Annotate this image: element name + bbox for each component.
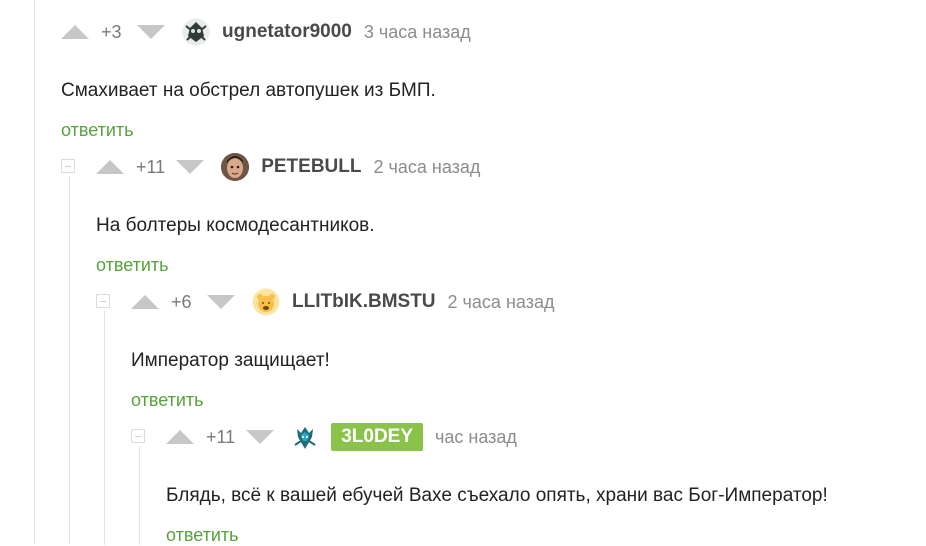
timestamp[interactable]: 3 часа назад <box>364 22 471 43</box>
avatar[interactable] <box>252 288 280 316</box>
comment-header: +11 PETEBULL 2 часа назад <box>96 150 480 184</box>
username[interactable]: 3L0DEY <box>331 423 424 451</box>
downvote-icon[interactable] <box>207 295 235 309</box>
comment-rating: +3 <box>101 21 122 42</box>
comment-text: Император защищает! <box>131 350 330 371</box>
face-avatar-icon <box>221 153 250 181</box>
reply-link[interactable]: ответить <box>61 120 134 141</box>
comment-rating: +6 <box>171 291 192 312</box>
comment-header: +3 ugnetator9000 3 часа назад <box>61 15 471 49</box>
avatar[interactable] <box>221 153 250 181</box>
timestamp[interactable]: 2 часа назад <box>448 292 555 313</box>
comment-text: На болтеры космодесантников. <box>96 215 375 236</box>
comment-text: Смахивает на обстрел автопушек из БМП. <box>61 80 436 101</box>
comment-header: +6 LLITbIK.BMSTU 2 часа назад <box>131 285 554 319</box>
comment-rating: +11 <box>206 426 236 447</box>
comment-text: Блядь, всё к вашей ебучей Вахе съехало о… <box>166 485 828 506</box>
comment: +11 3L0DEY час назад Блядь, всё к вашей … <box>0 420 926 545</box>
comment: +6 LLITbIK.BMSTU 2 часа назад Император … <box>0 285 926 410</box>
reply-link[interactable]: ответить <box>96 255 169 276</box>
upvote-icon[interactable] <box>131 295 159 309</box>
upvote-icon[interactable] <box>166 430 194 444</box>
comment: +11 PETEBULL 2 часа назад На болтеры кос… <box>0 150 926 275</box>
emoji-avatar-icon <box>253 289 279 315</box>
warhammer-avatar-icon <box>294 427 316 449</box>
avatar[interactable] <box>291 423 320 451</box>
upvote-icon[interactable] <box>61 25 89 39</box>
comment-header: +11 3L0DEY час назад <box>166 420 517 454</box>
comment-rating: +11 <box>136 156 166 177</box>
username[interactable]: ugnetator9000 <box>222 21 352 43</box>
username[interactable]: LLITbIK.BMSTU <box>292 291 436 313</box>
upvote-icon[interactable] <box>96 160 124 174</box>
downvote-icon[interactable] <box>246 430 275 444</box>
downvote-icon[interactable] <box>137 25 165 39</box>
username[interactable]: PETEBULL <box>261 156 361 178</box>
timestamp[interactable]: 2 часа назад <box>373 157 480 178</box>
reply-link[interactable]: ответить <box>166 525 239 546</box>
avatar[interactable] <box>182 18 210 46</box>
comment: +3 ugnetator9000 3 часа назад Смахивает … <box>0 15 926 140</box>
timestamp[interactable]: час назад <box>435 427 517 448</box>
reply-link[interactable]: ответить <box>131 390 204 411</box>
skull-avatar-icon <box>183 19 209 45</box>
downvote-icon[interactable] <box>176 160 205 174</box>
